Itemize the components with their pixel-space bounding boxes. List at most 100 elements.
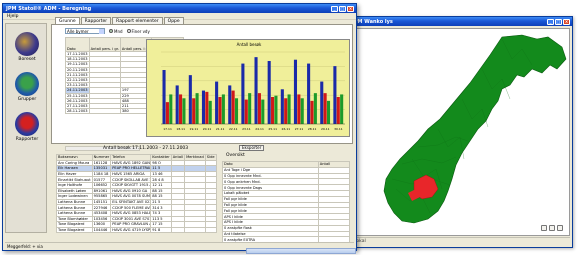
- minimize-icon[interactable]: _: [547, 18, 554, 25]
- zoom-out-icon[interactable]: [549, 225, 555, 231]
- bar: [215, 81, 219, 124]
- radio-month[interactable]: Mnd: [109, 29, 123, 34]
- group-icon: [15, 72, 39, 96]
- table-cell: HAVS AVG 1892 GANDWIT S.: [110, 159, 152, 167]
- bar: [274, 95, 278, 124]
- bar: [244, 99, 248, 124]
- x-tick-label: 23.11: [242, 127, 251, 131]
- table-header[interactable]: Side: [204, 154, 217, 161]
- table-cell: 21.11.2003: [65, 71, 90, 78]
- bar: [228, 85, 232, 124]
- bar-chart: Antall besøk 17.11 18.11 19.11 20.11 21.11 22…: [146, 39, 350, 137]
- bar: [307, 63, 311, 124]
- bar: [257, 93, 261, 124]
- table-cell: 25.11.2003: [65, 92, 90, 99]
- bar: [188, 75, 192, 124]
- close-icon[interactable]: ×: [563, 18, 570, 25]
- zoom-in-icon[interactable]: [541, 225, 547, 231]
- bar: [231, 90, 235, 124]
- bar: [218, 97, 222, 124]
- table-cell: 20.11.2003: [65, 66, 90, 73]
- table-row[interactable]: Tone Blagalerd104446HAVS AVG 4719 LYSPAN…: [56, 226, 217, 234]
- lower-title: Antall besøk 17.11.2003 - 27.11.2003: [103, 146, 189, 151]
- sidebar-item-label: Boreset: [18, 57, 36, 62]
- tab-rapporter[interactable]: Rapporter: [80, 17, 112, 24]
- bar: [300, 98, 304, 124]
- table-cell: HAVS AVG 0853 HALEM: [110, 209, 152, 217]
- bar: [248, 93, 252, 124]
- table-cell: CCKIP 3001 AVE S7010 4: [110, 215, 152, 223]
- sidebar: Boreset Grupper Rapporter: [5, 23, 47, 233]
- table-cell: PEAP PRO GRAVLUN AVE: [110, 221, 152, 228]
- close-icon[interactable]: ×: [347, 5, 354, 12]
- x-tick-label: 29.11: [321, 127, 330, 131]
- bar: [165, 102, 169, 124]
- bar: [241, 63, 245, 124]
- grid-header[interactable]: Dato: [65, 37, 90, 52]
- map-status-bar: Lokal: [351, 237, 570, 245]
- table-cell: EIL SFINTAKT AVE 0230 41: [110, 198, 152, 206]
- maximize-icon[interactable]: □: [555, 18, 562, 25]
- table-cell: 27.11.2003: [65, 102, 90, 110]
- bar: [221, 94, 225, 124]
- x-tick-label: 17.11: [163, 127, 172, 131]
- report-panel: Alle bymer Mnd Finer vdy Dato Antall pers…: [51, 24, 353, 151]
- table-cell: 18.11.2003: [65, 56, 90, 63]
- pan-icon[interactable]: [557, 225, 563, 231]
- table-cell: [88, 108, 121, 115]
- main-window-title: JPM Statoil® ADM - Beregning: [6, 5, 92, 12]
- radio-dot-icon: [126, 29, 131, 33]
- map-window-title: JPM Wanko lys: [352, 18, 393, 25]
- minimize-icon[interactable]: _: [331, 5, 338, 12]
- maximize-icon[interactable]: □: [339, 5, 346, 12]
- table-cell: 22.11.2003: [65, 76, 90, 84]
- table-header[interactable]: Antall: [170, 154, 186, 161]
- menu-item-help[interactable]: Hjelp: [7, 14, 19, 19]
- radio-finer[interactable]: Finer vdy: [126, 28, 150, 34]
- taskbar-fragment: [246, 248, 356, 254]
- bar: [182, 98, 186, 124]
- x-tick-label: 24.11: [255, 127, 264, 131]
- grid-header[interactable]: Antall pers. i gr.: [88, 37, 121, 52]
- sidebar-item-boreset[interactable]: Boreset: [10, 32, 44, 62]
- bar: [267, 61, 271, 124]
- norway-map[interactable]: [352, 29, 571, 237]
- table-cell: Arv Coring Moura: [56, 159, 93, 167]
- table-cell: CCKIP SKOLLAB AVE 291.: [110, 176, 152, 183]
- customer-table[interactable]: Boksenavn Nummer Telefon Kontakter Antall Mer…: [56, 154, 217, 234]
- sidebar-item-rapporter[interactable]: Rapporter: [10, 112, 44, 142]
- x-tick-label: 25.11: [268, 127, 277, 131]
- bar: [323, 93, 327, 124]
- x-tick-label: 28.11: [308, 127, 317, 131]
- tab-rapport-elementer[interactable]: Rapport elementer: [112, 17, 163, 24]
- table-cell: Tone Blagalerd: [56, 226, 93, 234]
- bar-chart-svg: Antall besøk 17.11 18.11 19.11 20.11 21.11 22…: [161, 42, 345, 131]
- sidebar-item-grupper[interactable]: Grupper: [10, 72, 44, 102]
- bar: [333, 66, 337, 124]
- tab-oppe[interactable]: Oppe: [163, 17, 184, 24]
- overview-table[interactable]: Dato Antall Ant Tage i Dge 0 Opp innevnte …: [222, 161, 351, 244]
- overview-title: Oversikt: [226, 153, 245, 158]
- bar: [179, 94, 183, 124]
- main-window-titlebar[interactable]: JPM Statoil® ADM - Beregning _ □ ×: [3, 4, 356, 13]
- table-header[interactable]: Merkknad: [184, 154, 206, 161]
- radio-label: Finer vdy: [131, 28, 150, 34]
- bar: [201, 90, 206, 124]
- bar: [195, 93, 199, 124]
- bar: [310, 100, 314, 124]
- table-header[interactable]: Kontakter: [150, 154, 172, 161]
- export-button[interactable]: Eksporter: [239, 145, 265, 151]
- period-select[interactable]: Alle bymer: [65, 28, 105, 34]
- table-header[interactable]: Nummer: [91, 154, 112, 161]
- main-window[interactable]: JPM Statoil® ADM - Beregning _ □ × Hjelp…: [2, 3, 357, 251]
- bar: [297, 94, 301, 124]
- map-window-titlebar[interactable]: JPM Wanko lys _ □ ×: [349, 17, 572, 26]
- map-canvas[interactable]: [351, 28, 570, 236]
- chart-title: Antall besøk: [237, 42, 262, 47]
- bar: [287, 94, 291, 124]
- map-window[interactable]: JPM Wanko lys _ □ × Lokal: [348, 16, 573, 248]
- table-cell: CCKIP SKVGTT 1915 AVE: [110, 182, 152, 189]
- table-cell: HAVS AVG 4719 LYSPAN 11: [110, 226, 152, 234]
- table-cell: [204, 226, 217, 234]
- bar: [280, 89, 284, 124]
